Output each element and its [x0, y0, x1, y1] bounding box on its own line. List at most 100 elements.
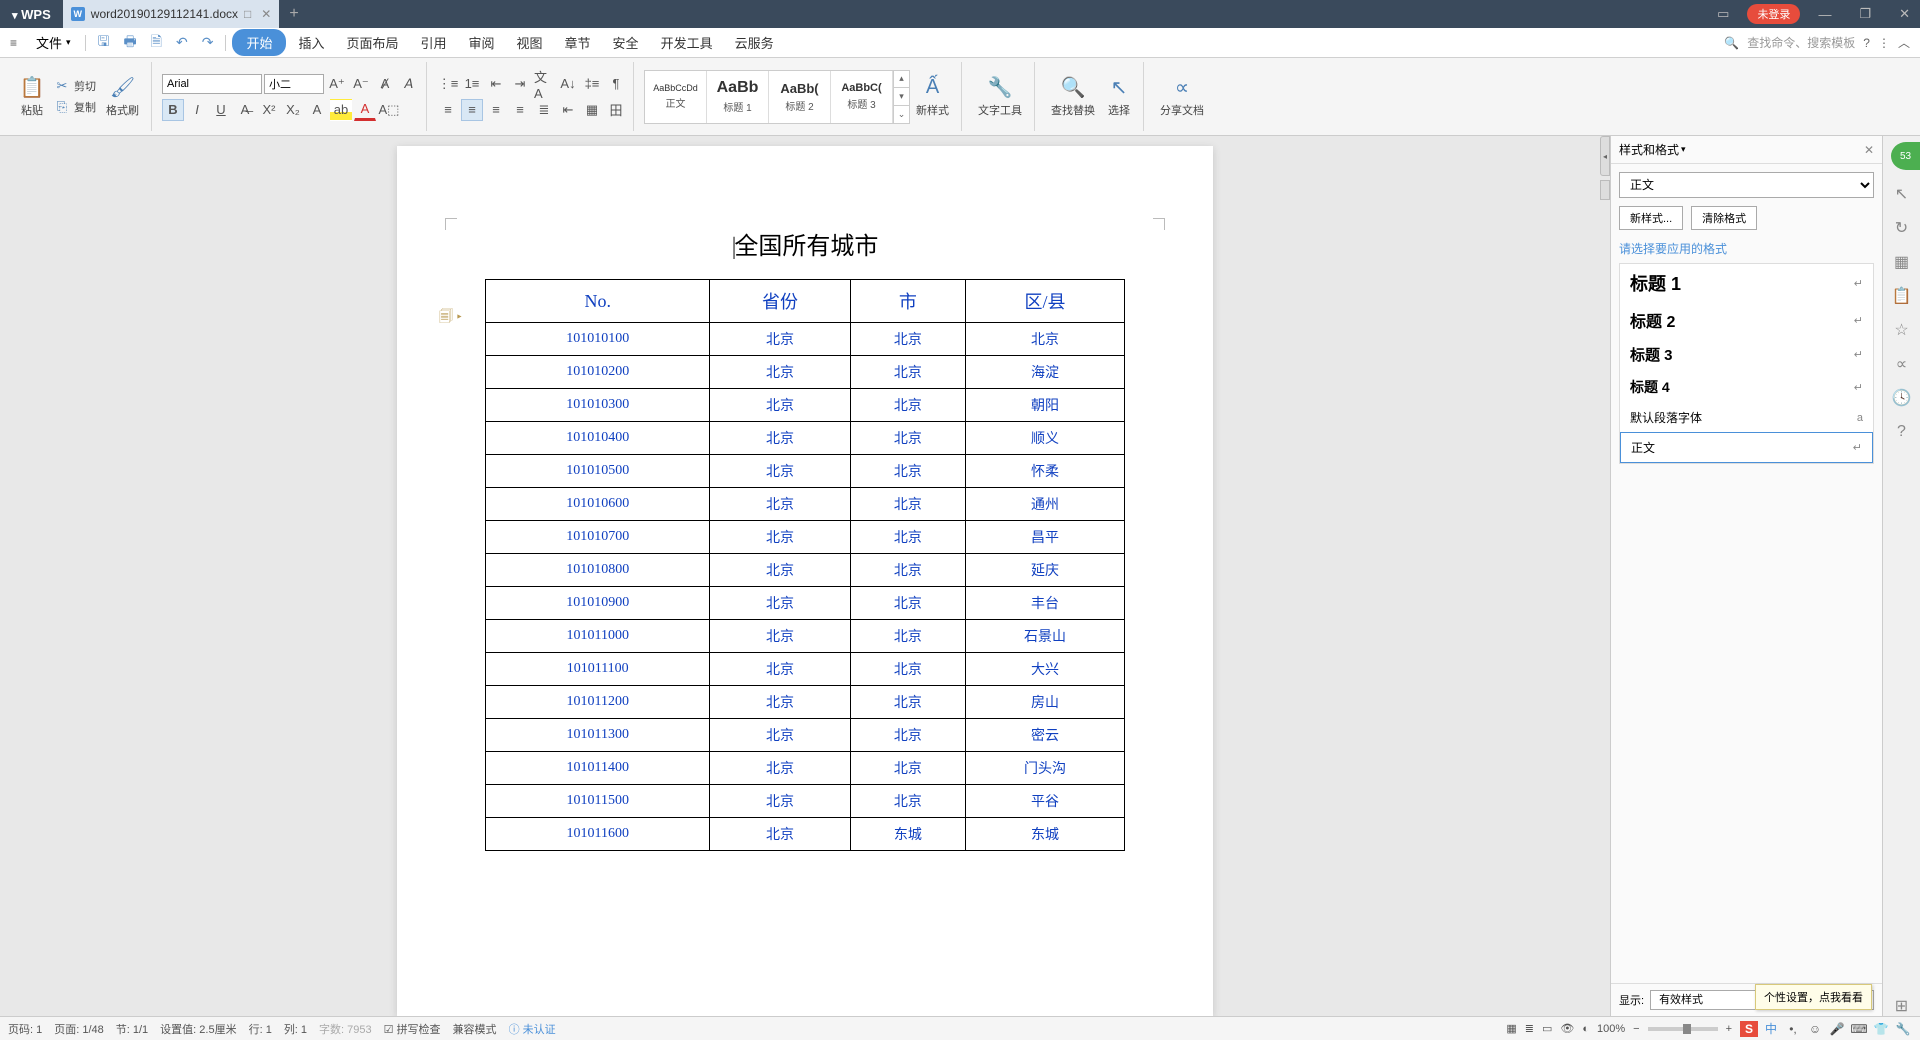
strikethrough-button[interactable]: A̶ [234, 99, 256, 121]
status-compat[interactable]: 兼容模式 [453, 1021, 497, 1037]
style-item-default-font[interactable]: 默认段落字体a [1620, 403, 1873, 432]
save-icon[interactable]: 🖫 [92, 31, 116, 55]
close-panel-icon[interactable]: ✕ [1864, 143, 1874, 157]
view-outline-icon[interactable]: ≣ [1525, 1022, 1534, 1035]
ime-icon[interactable]: S [1740, 1021, 1758, 1037]
table-cell[interactable]: 101010500 [486, 455, 710, 488]
table-row[interactable]: 101011300北京北京密云 [486, 719, 1125, 752]
table-cell[interactable]: 101010300 [486, 389, 710, 422]
text-direction-button[interactable]: 文A [533, 73, 555, 95]
table-cell[interactable]: 北京 [710, 356, 850, 389]
align-left-button[interactable]: ≡ [437, 99, 459, 121]
char-shading-button[interactable]: A⬚ [378, 99, 400, 121]
tab-section[interactable]: 章节 [555, 29, 601, 56]
table-cell[interactable]: 101010900 [486, 587, 710, 620]
table-row[interactable]: 101010300北京北京朝阳 [486, 389, 1125, 422]
style-heading1[interactable]: AaBb标题 1 [707, 71, 769, 123]
table-cell[interactable]: 101011600 [486, 818, 710, 851]
gallery-down-icon[interactable]: ▾ [894, 88, 909, 106]
table-cell[interactable]: 北京 [710, 389, 850, 422]
table-cell[interactable]: 北京 [710, 488, 850, 521]
table-cell[interactable]: 北京 [710, 818, 850, 851]
new-style-button[interactable]: 新样式... [1619, 206, 1683, 230]
table-cell[interactable]: 北京 [710, 323, 850, 356]
tab-pin-icon[interactable]: □ [244, 7, 251, 21]
table-cell[interactable]: 101010400 [486, 422, 710, 455]
table-row[interactable]: 101011200北京北京房山 [486, 686, 1125, 719]
table-row[interactable]: 101011600北京东城东城 [486, 818, 1125, 851]
file-menu[interactable]: 文件 ▾ [36, 33, 71, 52]
indent-left-button[interactable]: ⇤ [557, 99, 579, 121]
table-cell[interactable]: 101011300 [486, 719, 710, 752]
table-row[interactable]: 101011500北京北京平谷 [486, 785, 1125, 818]
tab-security[interactable]: 安全 [603, 29, 649, 56]
table-cell[interactable]: 北京 [710, 422, 850, 455]
style-item-h3[interactable]: 标题 3↵ [1620, 338, 1873, 371]
table-row[interactable]: 101011400北京北京门头沟 [486, 752, 1125, 785]
table-cell[interactable]: 平谷 [966, 785, 1125, 818]
hamburger-icon[interactable]: ≡ [10, 36, 28, 50]
table-row[interactable]: 101010500北京北京怀柔 [486, 455, 1125, 488]
numbering-button[interactable]: 1≡ [461, 73, 483, 95]
table-cell[interactable]: 101010700 [486, 521, 710, 554]
table-row[interactable]: 101011100北京北京大兴 [486, 653, 1125, 686]
star-icon[interactable]: ☆ [1892, 320, 1912, 340]
table-cell[interactable]: 101011100 [486, 653, 710, 686]
tab-cloud[interactable]: 云服务 [725, 29, 784, 56]
status-section[interactable]: 节: 1/1 [116, 1021, 148, 1037]
table-cell[interactable]: 海淀 [966, 356, 1125, 389]
table-cell[interactable]: 北京 [710, 686, 850, 719]
tab-page-layout[interactable]: 页面布局 [336, 29, 408, 56]
panel-collapse-handle[interactable]: ◂ [1600, 136, 1610, 176]
zoom-level[interactable]: 100% [1597, 1023, 1625, 1035]
decrease-indent-button[interactable]: ⇤ [485, 73, 507, 95]
table-cell[interactable]: 北京 [710, 752, 850, 785]
style-item-normal[interactable]: 正文↵ [1620, 432, 1873, 463]
tab-insert[interactable]: 插入 [288, 29, 334, 56]
italic-button[interactable]: I [186, 99, 208, 121]
style-item-h2[interactable]: 标题 2↵ [1620, 302, 1873, 338]
share-button[interactable]: ∝ 分享文档 [1154, 74, 1210, 120]
superscript-button[interactable]: X² [258, 99, 280, 121]
font-size-select[interactable] [264, 74, 324, 94]
clipboard-icon[interactable]: 📋 [1892, 286, 1912, 306]
collapse-ribbon-icon[interactable]: ︿ [1898, 34, 1910, 51]
login-badge[interactable]: 未登录 [1747, 4, 1800, 24]
score-badge[interactable]: 53 [1891, 142, 1920, 170]
style-normal[interactable]: AaBbCcDd正文 [645, 71, 707, 123]
style-heading2[interactable]: AaBb(标题 2 [769, 71, 831, 123]
document-title[interactable]: 全国所有城市 [453, 226, 1157, 261]
status-auth[interactable]: ⓘ 未认证 [509, 1021, 556, 1037]
table-header-cell[interactable]: 省份 [710, 280, 850, 323]
table-row[interactable]: 101010400北京北京顺义 [486, 422, 1125, 455]
table-cell[interactable]: 北京 [710, 620, 850, 653]
status-page-no[interactable]: 页码: 1 [8, 1021, 42, 1037]
bold-button[interactable]: B [162, 99, 184, 121]
table-cell[interactable]: 北京 [850, 554, 965, 587]
find-replace-button[interactable]: 🔍 查找替换 [1045, 74, 1101, 120]
table-cell[interactable]: 北京 [850, 488, 965, 521]
help-icon[interactable]: ? [1892, 422, 1912, 442]
table-cell[interactable]: 北京 [850, 587, 965, 620]
tab-home[interactable]: 开始 [232, 29, 286, 56]
status-spell[interactable]: ☑ 拼写检查 [384, 1021, 441, 1037]
justify-button[interactable]: ≡ [509, 99, 531, 121]
zoom-out-icon[interactable]: − [1633, 1023, 1639, 1035]
table-row[interactable]: 101010600北京北京通州 [486, 488, 1125, 521]
table-cell[interactable]: 101010200 [486, 356, 710, 389]
tab-view[interactable]: 视图 [507, 29, 553, 56]
apps-icon[interactable]: ▦ [1892, 252, 1912, 272]
table-row[interactable]: 101011000北京北京石景山 [486, 620, 1125, 653]
table-cell[interactable]: 北京 [850, 785, 965, 818]
new-tab-button[interactable]: + [279, 5, 308, 23]
paste-button[interactable]: 📋 粘贴 [14, 74, 50, 120]
bullets-button[interactable]: ⋮≡ [437, 73, 459, 95]
table-header-cell[interactable]: 区/县 [966, 280, 1125, 323]
history-icon[interactable]: 🕓 [1892, 388, 1912, 408]
table-cell[interactable]: 密云 [966, 719, 1125, 752]
ime-emoji-icon[interactable]: ☺ [1806, 1021, 1824, 1037]
document-table[interactable]: No.省份市区/县 101010100北京北京北京101010200北京北京海淀… [485, 279, 1125, 851]
table-cell[interactable]: 大兴 [966, 653, 1125, 686]
search-placeholder[interactable]: 查找命令、搜索模板 [1747, 34, 1855, 51]
print-preview-icon[interactable]: 🗎 [145, 31, 168, 55]
